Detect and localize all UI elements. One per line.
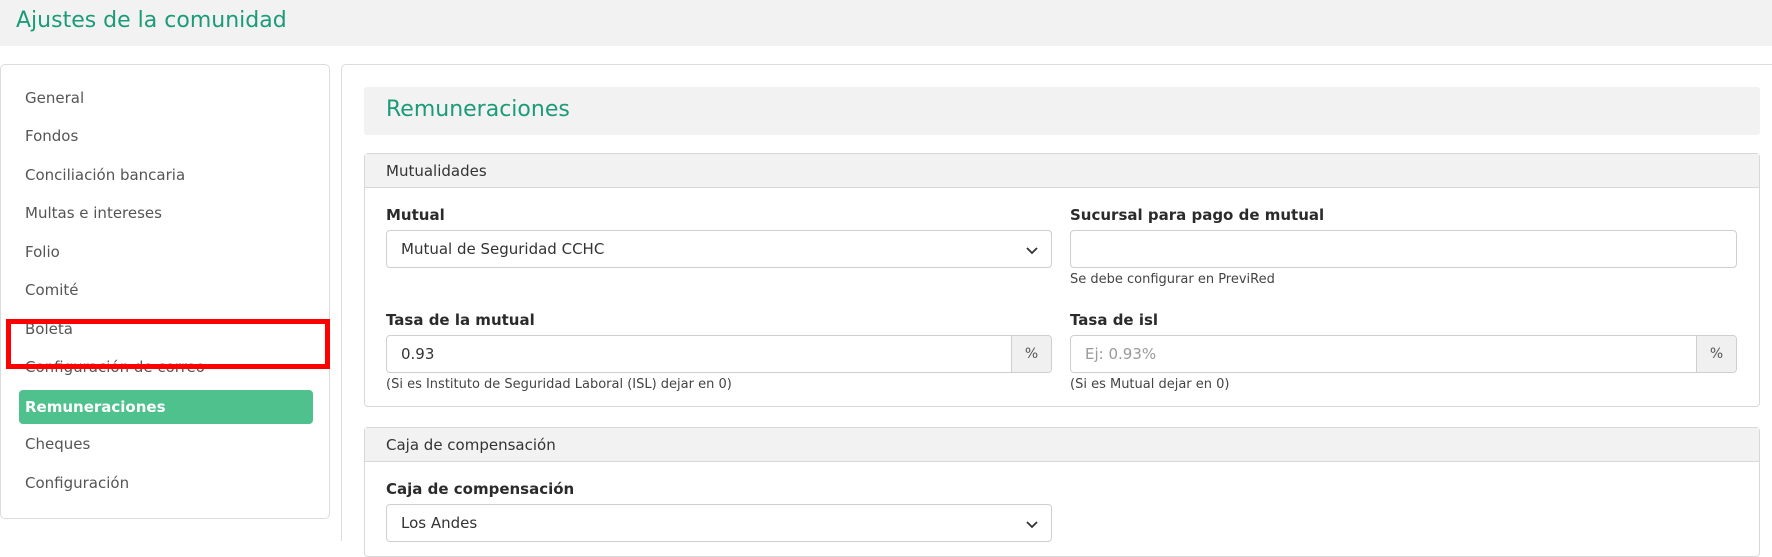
caja-select[interactable]: Los Andes	[386, 504, 1052, 542]
settings-sidebar: General Fondos Conciliación bancaria Mul…	[0, 64, 330, 519]
top-bar: Ajustes de la comunidad	[0, 0, 1772, 46]
sidebar-item-cheques[interactable]: Cheques	[19, 427, 313, 461]
tasa-isl-label: Tasa de isl	[1070, 311, 1159, 329]
mutual-value: Mutual de Seguridad CCHC	[401, 240, 605, 258]
tasa-mutual-value: 0.93	[401, 345, 435, 363]
chevron-down-icon	[1026, 247, 1038, 255]
sidebar-item-multas[interactable]: Multas e intereses	[19, 196, 313, 230]
sucursal-input[interactable]	[1070, 230, 1737, 268]
caja-card: Caja de compensación Caja de compensació…	[364, 427, 1760, 557]
tasa-isl-input[interactable]: Ej: 0.93% %	[1070, 335, 1737, 373]
tasa-mutual-help: (Si es Instituto de Seguridad Laboral (I…	[386, 377, 732, 392]
sidebar-item-general[interactable]: General	[19, 81, 313, 115]
sidebar-item-configuracion[interactable]: Configuración	[19, 466, 313, 500]
percent-addon: %	[1011, 336, 1051, 372]
percent-addon: %	[1696, 336, 1736, 372]
tasa-isl-help: (Si es Mutual dejar en 0)	[1070, 377, 1230, 392]
main-panel: Remuneraciones Mutualidades Mutual Mutua…	[341, 64, 1772, 557]
section-title: Remuneraciones	[386, 97, 570, 122]
sucursal-label: Sucursal para pago de mutual	[1070, 206, 1325, 224]
caja-heading: Caja de compensación	[365, 428, 1759, 462]
tasa-mutual-label: Tasa de la mutual	[386, 311, 535, 329]
sidebar-item-comite[interactable]: Comité	[19, 273, 313, 307]
sucursal-help: Se debe configurar en PreviRed	[1070, 272, 1275, 287]
section-header: Remuneraciones	[364, 87, 1760, 135]
mutualidades-heading: Mutualidades	[365, 154, 1759, 188]
page-title: Ajustes de la comunidad	[16, 8, 287, 33]
sidebar-item-fondos[interactable]: Fondos	[19, 119, 313, 153]
caja-label: Caja de compensación	[386, 480, 575, 498]
caja-value: Los Andes	[401, 514, 478, 532]
mutual-label: Mutual	[386, 206, 445, 224]
sidebar-item-remuneraciones[interactable]: Remuneraciones	[19, 390, 313, 424]
sidebar-item-conciliacion[interactable]: Conciliación bancaria	[19, 158, 313, 192]
active-item-highlight	[6, 319, 330, 369]
tasa-mutual-input[interactable]: 0.93 %	[386, 335, 1052, 373]
tasa-isl-placeholder: Ej: 0.93%	[1085, 345, 1157, 363]
sidebar-item-folio[interactable]: Folio	[19, 235, 313, 269]
chevron-down-icon	[1026, 521, 1038, 529]
mutual-select[interactable]: Mutual de Seguridad CCHC	[386, 230, 1052, 268]
mutualidades-card: Mutualidades Mutual Mutual de Seguridad …	[364, 153, 1760, 407]
